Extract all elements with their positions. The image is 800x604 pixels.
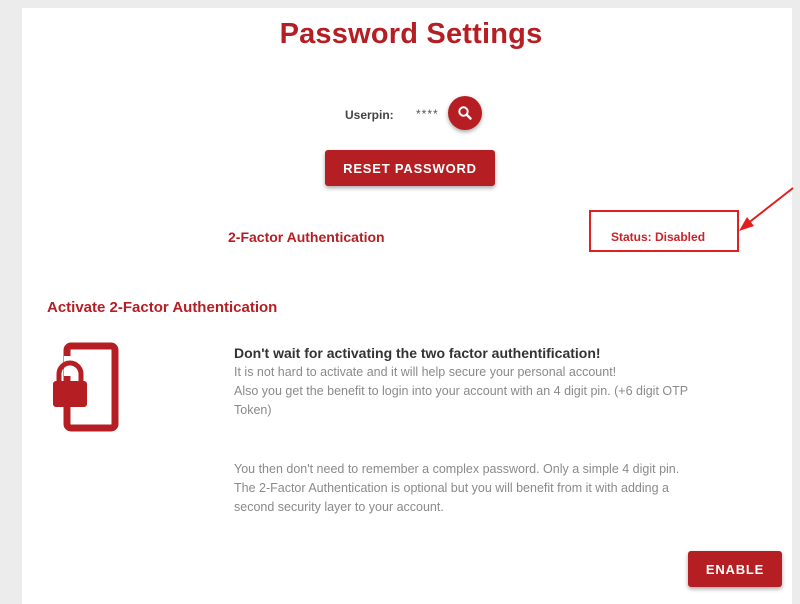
info-line: second security layer to your account.: [234, 500, 444, 514]
activate-info: Don't wait for activating the two factor…: [234, 345, 774, 420]
info-line: Also you get the benefit to login into y…: [234, 384, 689, 398]
status-highlight-box: Status: Disabled: [589, 210, 739, 252]
userpin-value: ****: [416, 107, 439, 121]
info-line: The 2-Factor Authentication is optional …: [234, 481, 669, 495]
search-button[interactable]: [448, 96, 482, 130]
userpin-label: Userpin:: [345, 108, 394, 122]
status-badge: Status: Disabled: [611, 230, 706, 244]
activate-heading: Don't wait for activating the two factor…: [234, 345, 601, 361]
activate-section-title: Activate 2-Factor Authentication: [47, 299, 278, 316]
info-line: You then don't need to remember a comple…: [234, 462, 680, 476]
reset-password-button[interactable]: RESET PASSWORD: [325, 150, 495, 186]
phone-lock-icon: [53, 342, 119, 432]
page-title: Password Settings: [279, 18, 543, 50]
info-line: It is not hard to activate and it will h…: [234, 365, 617, 379]
enable-button[interactable]: ENABLE: [688, 551, 782, 587]
annotation-arrow-icon: [739, 187, 794, 231]
activate-info-2: You then don't need to remember a comple…: [234, 460, 774, 517]
userpin-row: Userpin: ****: [0, 96, 800, 132]
search-icon: [458, 106, 472, 120]
info-line: Token): [234, 403, 272, 417]
two-factor-title: 2-Factor Authentication: [228, 229, 385, 245]
